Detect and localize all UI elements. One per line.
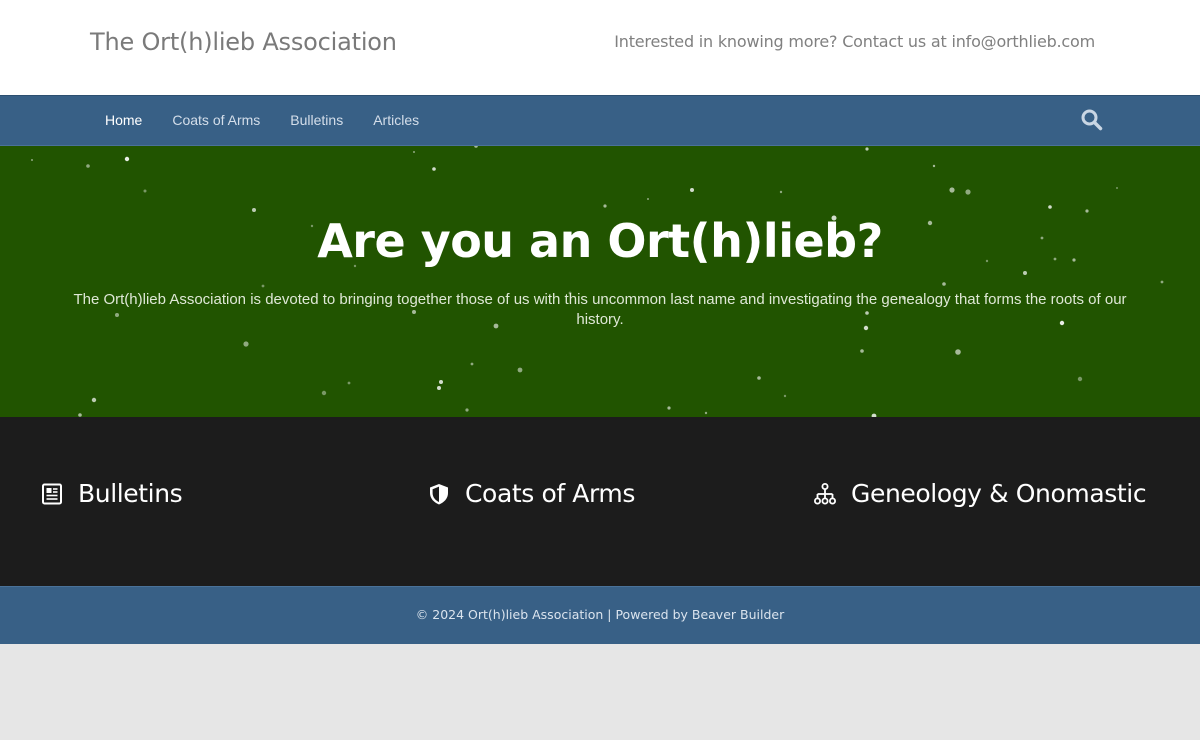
site-footer: © 2024 Ort(h)lieb Association | Powered … — [0, 586, 1200, 644]
footer-copyright: © 2024 Ort(h)lieb Association | Powered … — [415, 607, 785, 622]
nav-item-coats-of-arms[interactable]: Coats of Arms — [157, 96, 275, 145]
feature-coats-of-arms-link[interactable]: Coats of Arms — [427, 479, 635, 508]
nav-item-articles[interactable]: Articles — [358, 96, 434, 145]
search-icon — [1081, 109, 1103, 131]
newspaper-icon — [42, 483, 62, 504]
hero-particles-background — [31, 146, 1164, 417]
hero-section: Are you an Ort(h)lieb? The Ort(h)lieb As… — [0, 146, 1200, 417]
hero-description: The Ort(h)lieb Association is devoted to… — [73, 291, 1127, 328]
nav-item-bulletins[interactable]: Bulletins — [275, 96, 358, 145]
nav-menu: Home Coats of Arms Bulletins Articles — [90, 96, 434, 145]
sitemap-icon — [814, 482, 836, 504]
main-navigation: Home Coats of Arms Bulletins Articles — [0, 95, 1200, 146]
nav-item-home[interactable]: Home — [90, 96, 157, 145]
feature-geneology-label: Geneology & Onomastic — [851, 479, 1147, 508]
site-title-link[interactable]: The Ort(h)lieb Association — [90, 28, 397, 56]
shield-icon — [430, 483, 448, 504]
page-bottom-area — [0, 644, 1200, 740]
feature-bulletins-label: Bulletins — [78, 479, 183, 508]
hero-title: Are you an Ort(h)lieb? — [317, 214, 883, 268]
feature-coats-of-arms-label: Coats of Arms — [465, 479, 636, 508]
search-button[interactable] — [1080, 108, 1104, 132]
feature-geneology-link[interactable]: Geneology & Onomastic — [813, 479, 1147, 508]
features-section: Bulletins Coats of Arms Geneology & Onom… — [0, 417, 1200, 586]
site-header: The Ort(h)lieb Association Interested in… — [0, 0, 1200, 95]
feature-bulletins-link[interactable]: Bulletins — [40, 479, 183, 508]
header-contact-text: Interested in knowing more? Contact us a… — [614, 32, 1095, 51]
